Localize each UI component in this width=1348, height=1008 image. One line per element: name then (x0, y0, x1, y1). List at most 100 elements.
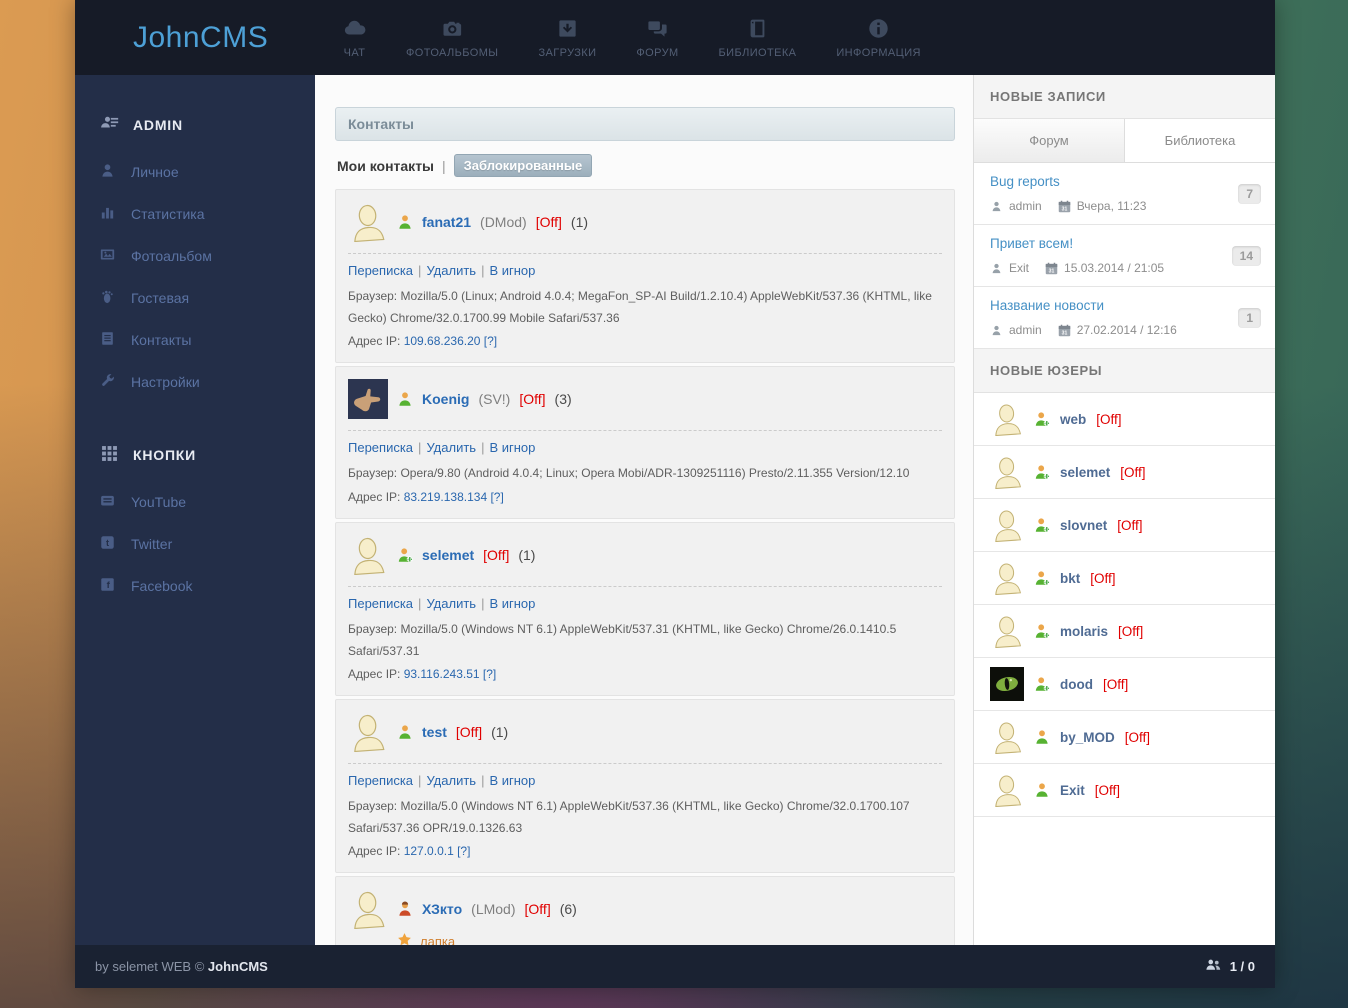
tab-forum[interactable]: Форум (974, 119, 1125, 162)
user-name-link[interactable]: molaris (1060, 624, 1108, 639)
contact-name-link[interactable]: test (422, 724, 447, 740)
contact-name-link[interactable]: selemet (422, 547, 474, 563)
user-icon (99, 162, 116, 182)
user-status: [Off] (1103, 677, 1128, 692)
contact-count: (6) (560, 901, 577, 917)
sidebar-item[interactable]: Настройки (75, 361, 315, 403)
action-ignore-link[interactable]: В игнор (489, 440, 535, 455)
post-count-badge: 14 (1232, 246, 1261, 266)
contact-name-link[interactable]: fanat21 (422, 214, 471, 230)
default-avatar[interactable] (990, 402, 1024, 436)
ip-help-link[interactable]: [?] (483, 667, 496, 681)
clipboard-icon (99, 330, 116, 350)
ip-help-link[interactable]: [?] (484, 334, 497, 348)
default-avatar[interactable] (990, 614, 1024, 648)
sidebar-item-label: Настройки (131, 374, 200, 390)
user-name-link[interactable]: by_MOD (1060, 730, 1115, 745)
action-messages-link[interactable]: Переписка (348, 263, 413, 278)
action-ignore-link[interactable]: В игнор (489, 596, 535, 611)
custom-avatar[interactable] (990, 667, 1024, 701)
default-avatar[interactable] (990, 455, 1024, 489)
user-online-icon (397, 724, 413, 740)
default-avatar[interactable] (990, 720, 1024, 754)
post-title-link[interactable]: Привет всем! (990, 236, 1073, 251)
default-avatar[interactable] (990, 773, 1024, 807)
contact-name-link[interactable]: Koenig (422, 391, 469, 407)
action-messages-link[interactable]: Переписка (348, 773, 413, 788)
ip-help-link[interactable]: [?] (490, 490, 503, 504)
post-title-link[interactable]: Bug reports (990, 174, 1060, 189)
user-name-link[interactable]: selemet (1060, 465, 1110, 480)
wrench-icon (99, 372, 116, 392)
default-avatar[interactable] (348, 535, 388, 575)
post-count-badge: 7 (1238, 184, 1261, 204)
user-status: [Off] (1120, 465, 1145, 480)
action-delete-link[interactable]: Удалить (426, 440, 476, 455)
user-row: bkt [Off] (974, 552, 1275, 605)
default-avatar[interactable] (348, 712, 388, 752)
contact-name-link[interactable]: ХЗкто (422, 901, 462, 917)
tab-blocked-button[interactable]: Заблокированные (454, 154, 593, 177)
user-row: web [Off] (974, 393, 1275, 446)
nav-item[interactable]: ЗАГРУЗКИ (538, 17, 596, 59)
contacts-tabs: Мои контакты | Заблокированные (337, 154, 953, 177)
user-name-link[interactable]: dood (1060, 677, 1093, 692)
sidebar-item[interactable]: Статистика (75, 193, 315, 235)
download-icon (556, 17, 579, 40)
sidebar-item[interactable]: YouTube (75, 481, 315, 523)
ip-link[interactable]: 109.68.236.20 (404, 334, 481, 348)
right-sidebar: НОВЫЕ ЗАПИСИ Форум Библиотека Bug report… (973, 75, 1275, 945)
facebook-icon: f (99, 576, 116, 596)
post-date: Вчера, 11:23 (1077, 199, 1147, 213)
default-avatar[interactable] (990, 561, 1024, 595)
default-avatar[interactable] (348, 202, 388, 242)
action-ignore-link[interactable]: В игнор (489, 773, 535, 788)
user-status: [Off] (1090, 571, 1115, 586)
default-avatar[interactable] (990, 508, 1024, 542)
nav-item[interactable]: ЧАТ (343, 17, 366, 59)
post-count-badge: 1 (1238, 308, 1261, 328)
ip-link[interactable]: 127.0.0.1 (404, 844, 454, 858)
app-logo[interactable]: JohnCMS (75, 0, 315, 75)
sidebar-item[interactable]: Фотоальбом (75, 235, 315, 277)
ip-help-link[interactable]: [?] (457, 844, 470, 858)
nav-item[interactable]: БИБЛИОТЕКА (719, 17, 797, 59)
dashed-divider (348, 586, 942, 587)
post-row: Название новости admin 31 27.02.2014 / 1… (974, 287, 1275, 349)
svg-text:31: 31 (1061, 330, 1067, 336)
sidebar-item[interactable]: f Facebook (75, 565, 315, 607)
custom-avatar[interactable] (348, 379, 388, 419)
default-avatar[interactable] (348, 889, 388, 929)
user-name-link[interactable]: bkt (1060, 571, 1080, 586)
body-row: ADMIN Личное Статистика Фотоальбом (75, 75, 1275, 945)
nav-item[interactable]: ФОТОАЛЬБОМЫ (406, 17, 498, 59)
action-ignore-link[interactable]: В игнор (489, 263, 535, 278)
post-title-link[interactable]: Название новости (990, 298, 1104, 313)
sidebar-item[interactable]: Гостевая (75, 277, 315, 319)
ip-link[interactable]: 93.116.243.51 (404, 667, 480, 681)
user-name-link[interactable]: web (1060, 412, 1086, 427)
ip-link[interactable]: 83.219.138.134 (404, 490, 487, 504)
user-name-link[interactable]: slovnet (1060, 518, 1107, 533)
desktop-background: JohnCMS ЧАТ ФОТОАЛЬБОМЫ ЗАГРУЗКИ (0, 0, 1348, 1008)
action-messages-link[interactable]: Переписка (348, 440, 413, 455)
nav-item-label: ФОРУМ (636, 47, 678, 59)
sidebar-item[interactable]: Контакты (75, 319, 315, 361)
action-messages-link[interactable]: Переписка (348, 596, 413, 611)
user-name-link[interactable]: Exit (1060, 783, 1085, 798)
nav-item[interactable]: ИНФОРМАЦИЯ (836, 17, 920, 59)
contact-card: fanat21 (DMod) [Off] (1) Переписка|Удали… (335, 189, 955, 363)
footer-brand-link[interactable]: JohnCMS (208, 959, 268, 974)
user-add-icon (1034, 623, 1050, 639)
tab-library[interactable]: Библиотека (1125, 119, 1275, 162)
sidebar-item[interactable]: t Twitter (75, 523, 315, 565)
ip-label: Адрес IP: (348, 667, 400, 681)
nav-item[interactable]: ФОРУМ (636, 17, 678, 59)
post-author: Exit (1009, 261, 1029, 275)
action-delete-link[interactable]: Удалить (426, 773, 476, 788)
action-delete-link[interactable]: Удалить (426, 596, 476, 611)
contact-header: selemet [Off] (1) (348, 535, 942, 575)
action-delete-link[interactable]: Удалить (426, 263, 476, 278)
user-row: slovnet [Off] (974, 499, 1275, 552)
sidebar-item[interactable]: Личное (75, 151, 315, 193)
